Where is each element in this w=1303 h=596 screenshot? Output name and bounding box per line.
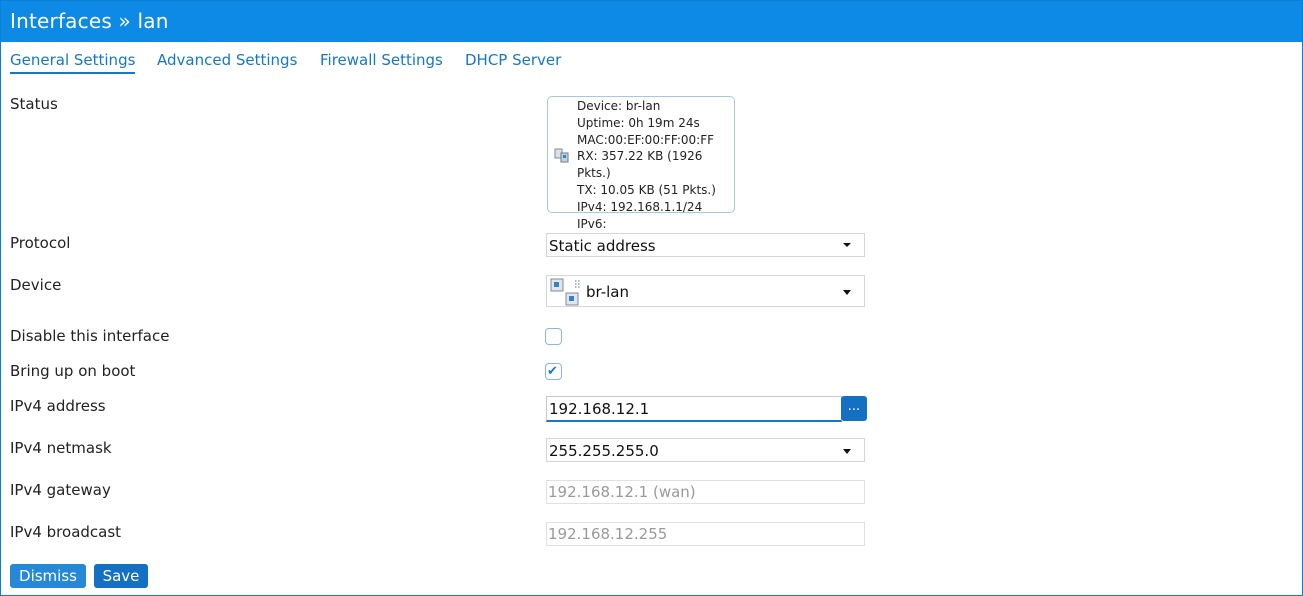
device-select[interactable]: br-lan (546, 275, 865, 307)
status-tx: TX: 10.05 KB (51 Pkts.) (577, 182, 716, 197)
interface-dialog: Interfaces » lan General Settings Advanc… (0, 0, 1303, 596)
status-box: Device: br-lan Uptime: 0h 19m 24s MAC:00… (547, 96, 735, 247)
dialog-titlebar: Interfaces » lan (1, 1, 1302, 42)
ipv4-netmask-label: IPv4 netmask (10, 439, 112, 457)
bring-up-on-boot-label: Bring up on boot (10, 362, 136, 380)
status-rx: RX: 357.22 KB (1926 Pkts.) (577, 149, 703, 181)
tab-firewall-settings[interactable]: Firewall Settings (320, 51, 443, 69)
status-mac: MAC:00:EF:00:FF:00:FF (577, 132, 715, 147)
status-lines: Device: br-lan Uptime: 0h 19m 24s MAC:00… (577, 98, 734, 249)
ipv4-broadcast-placeholder: 192.168.12.255 (548, 525, 668, 543)
chevron-down-icon (843, 243, 851, 247)
status-device: Device: br-lan (577, 99, 661, 113)
ipv4-netmask-value: 255.255.255.0 (549, 442, 659, 460)
ipv4-gateway-label: IPv4 gateway (10, 481, 111, 499)
network-interface-icon (554, 148, 569, 163)
tab-dhcp-server[interactable]: DHCP Server (465, 51, 561, 69)
save-button[interactable]: Save (94, 564, 148, 588)
ipv4-gateway-placeholder: 192.168.12.1 (wan) (548, 483, 696, 501)
bring-up-on-boot-checkbox[interactable]: ✔ (545, 363, 562, 380)
tab-general-settings[interactable]: General Settings (10, 51, 136, 74)
disable-interface-checkbox[interactable] (545, 328, 562, 345)
dialog-title: Interfaces » lan (10, 9, 169, 33)
ipv4-address-label: IPv4 address (10, 397, 106, 415)
disable-interface-label: Disable this interface (10, 327, 170, 345)
ipv4-address-value: 192.168.12.1 (549, 400, 650, 418)
chevron-down-icon (843, 290, 851, 295)
ipv4-address-input[interactable]: 192.168.12.1 (546, 396, 842, 422)
ipv4-netmask-select[interactable]: 255.255.255.0 (546, 438, 865, 462)
protocol-label: Protocol (10, 234, 71, 252)
ipv4-address-picker-button[interactable]: ... (841, 396, 867, 421)
bridge-device-icon (550, 278, 581, 306)
device-value: br-lan (586, 283, 630, 301)
tab-advanced-settings[interactable]: Advanced Settings (157, 51, 297, 69)
dismiss-button[interactable]: Dismiss (10, 564, 86, 588)
chevron-down-icon (843, 449, 851, 454)
check-icon: ✔ (547, 364, 558, 379)
protocol-select[interactable]: Static address (546, 233, 865, 257)
ipv4-gateway-input[interactable]: 192.168.12.1 (wan) (546, 480, 865, 504)
protocol-value: Static address (549, 237, 656, 255)
device-label: Device (10, 276, 62, 294)
ipv4-broadcast-input[interactable]: 192.168.12.255 (546, 522, 865, 546)
status-label: Status (10, 95, 58, 113)
status-ipv4: IPv4: 192.168.1.1/24 (577, 199, 703, 214)
ipv4-broadcast-label: IPv4 broadcast (10, 523, 122, 541)
status-uptime: Uptime: 0h 19m 24s (577, 115, 700, 130)
